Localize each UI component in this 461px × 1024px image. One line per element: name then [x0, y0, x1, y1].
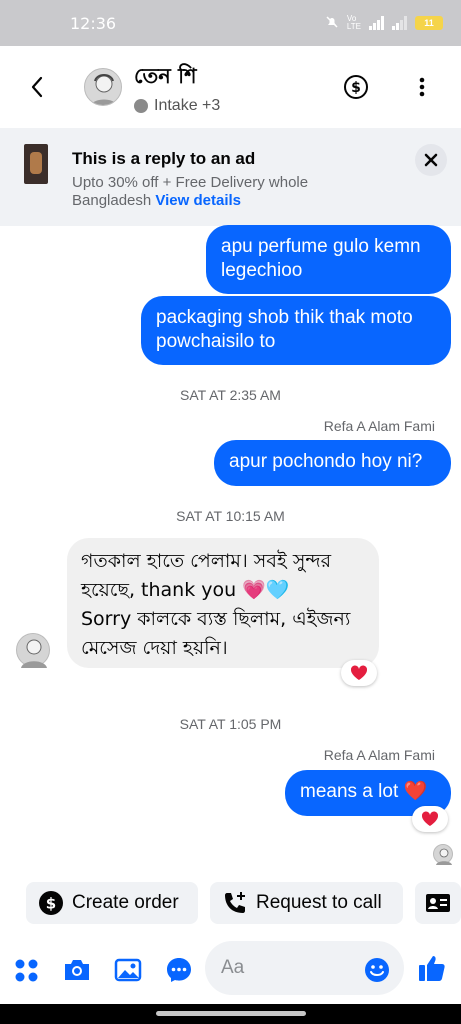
thumbs-up-icon	[419, 956, 445, 981]
status-bar: 12:36 Vo LTE 11	[0, 0, 461, 46]
signal-icon-1	[369, 16, 384, 30]
message-timestamp: SAT AT 10:15 AM	[176, 508, 285, 524]
sender-name: Refa A Alam Fami	[323, 747, 435, 763]
reaction-badge[interactable]	[412, 806, 448, 832]
chevron-left-icon	[31, 76, 43, 98]
ad-reply-banner: This is a reply to an ad Upto 30% off + …	[0, 128, 461, 226]
like-button[interactable]	[417, 953, 445, 981]
message-timestamp: SAT AT 1:05 PM	[179, 716, 282, 732]
messenger-chat-icon	[167, 958, 191, 982]
sender-name: Refa A Alam Fami	[323, 418, 435, 434]
ad-thumbnail[interactable]	[24, 144, 48, 184]
more-actions-button[interactable]	[13, 956, 41, 984]
svg-text:$: $	[46, 895, 56, 913]
volte-icon: Vo LTE	[346, 14, 361, 31]
dollar-circle-icon: $	[39, 891, 63, 915]
contact-card-icon	[426, 894, 450, 912]
create-order-label: Create order	[72, 892, 179, 913]
message-line: Sorry কালকে ব্যস্ত ছিলাম, এইজন্য	[81, 608, 351, 630]
message-line: মেসেজ দেয়া হয়নি।	[81, 637, 228, 659]
avatar-image	[21, 639, 47, 668]
payment-button[interactable]: $	[343, 74, 369, 100]
message-input-placeholder: Aa	[221, 957, 245, 978]
phone-plus-icon	[225, 892, 245, 913]
camera-button[interactable]	[62, 956, 90, 984]
signal-icon-2	[392, 16, 407, 30]
request-call-button[interactable]: Request to call	[210, 882, 403, 924]
contact-name: তেন শি	[134, 63, 197, 88]
emoji-button[interactable]	[363, 956, 391, 984]
conversation-header: তেন শি Intake +3 $	[0, 46, 461, 128]
contact-title[interactable]: তেন শি Intake +3	[134, 60, 220, 115]
message-line: গতকাল হাতে পেলাম। সবই সুন্দর	[81, 550, 332, 572]
contact-status: Intake +3	[134, 97, 220, 115]
status-time: 12:36	[70, 13, 117, 33]
camera-icon	[65, 960, 89, 980]
mute-icon	[325, 15, 339, 32]
message-bubble-outgoing[interactable]: apur pochondo hoy ni?	[214, 440, 451, 486]
message-timestamp: SAT AT 2:35 AM	[180, 387, 281, 403]
message-bubble-incoming[interactable]: গতকাল হাতে পেলাম। সবই সুন্দর হয়েছে, tha…	[67, 538, 379, 668]
gallery-button[interactable]	[114, 956, 142, 984]
ad-description: Upto 30% off + Free Delivery whole Bangl…	[72, 174, 332, 210]
contact-status-text: Intake +3	[154, 96, 221, 114]
label-dot-icon	[134, 98, 148, 113]
dollar-icon: $	[344, 75, 368, 99]
close-ad-button[interactable]	[415, 144, 447, 176]
contact-card-button[interactable]	[415, 882, 461, 924]
create-order-button[interactable]: $ Create order	[26, 882, 198, 924]
message-bubble-outgoing[interactable]: apu perfume gulo kemn legechioo	[206, 225, 451, 294]
image-icon	[114, 958, 142, 982]
message-line: হয়েছে, thank you 💗🩵	[81, 579, 290, 601]
status-icons: Vo LTE 11	[325, 15, 443, 32]
more-vertical-icon	[419, 77, 425, 97]
reaction-badge[interactable]	[341, 660, 377, 686]
emoji-icon	[365, 958, 389, 982]
more-options-button[interactable]	[412, 76, 432, 98]
back-button[interactable]	[24, 74, 50, 100]
request-call-label: Request to call	[256, 892, 382, 913]
heart-icon	[421, 811, 439, 826]
svg-text:$: $	[351, 80, 361, 96]
battery-level: 11	[424, 18, 434, 28]
seen-receipt-avatar	[433, 844, 453, 865]
ad-title: This is a reply to an ad	[72, 149, 256, 168]
avatar-image	[91, 74, 117, 105]
contact-avatar[interactable]	[84, 68, 122, 106]
contact-avatar-small[interactable]	[16, 633, 50, 668]
message-bubble-outgoing[interactable]: packaging shob thik thak moto powchaisil…	[141, 296, 451, 365]
avatar-image	[436, 848, 452, 865]
close-icon	[424, 153, 438, 167]
view-details-link[interactable]: View details	[155, 192, 241, 209]
grid-dots-icon	[15, 959, 38, 982]
battery-icon: 11	[415, 16, 443, 30]
voice-button[interactable]	[165, 956, 193, 984]
home-gesture-handle[interactable]	[156, 1011, 306, 1016]
heart-icon	[350, 665, 368, 680]
